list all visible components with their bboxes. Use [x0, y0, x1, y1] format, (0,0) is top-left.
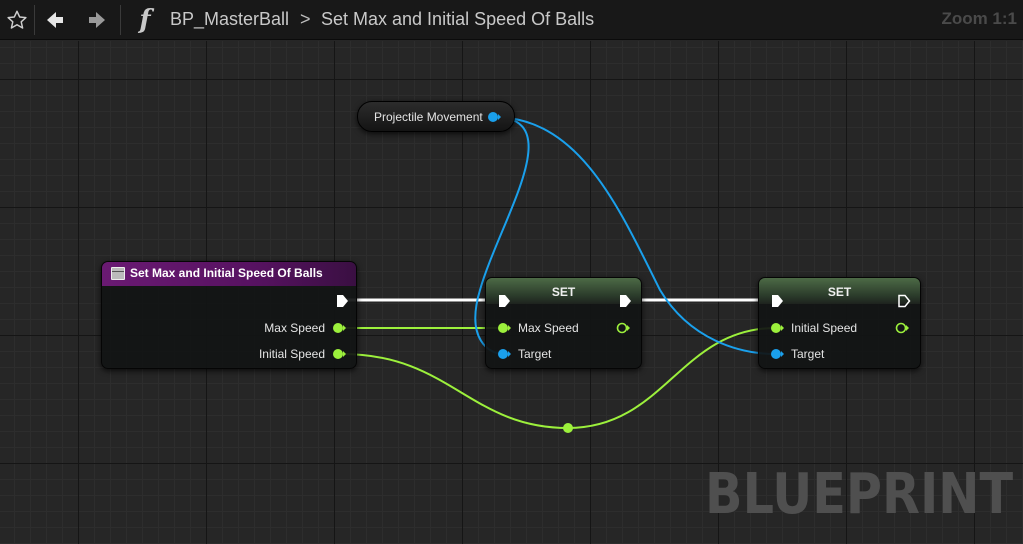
initial-speed-output-label: Initial Speed — [258, 347, 325, 361]
forward-button[interactable] — [84, 6, 110, 34]
toolbar-divider — [120, 5, 121, 35]
object-input-pin-icon[interactable] — [770, 348, 784, 360]
float-output-pin-unconnected-icon[interactable] — [616, 322, 630, 334]
breadcrumb-separator-icon: > — [300, 9, 311, 29]
exec-output-pin-icon[interactable] — [618, 294, 632, 308]
arrow-right-icon — [89, 12, 105, 28]
blueprint-watermark: BLUEPRINT — [704, 462, 1013, 527]
function-entry-icon — [111, 267, 125, 280]
float-output-pin-initial-speed-icon[interactable] — [332, 348, 346, 360]
function-glyph: f — [139, 5, 151, 35]
max-speed-input-label: Max Speed — [518, 321, 579, 335]
max-speed-output-label: Max Speed — [264, 321, 325, 335]
object-input-pin-icon[interactable] — [497, 348, 511, 360]
function-entry-title: Set Max and Initial Speed Of Balls — [130, 266, 323, 280]
back-button[interactable] — [42, 6, 68, 34]
float-output-pin-unconnected-icon[interactable] — [895, 322, 909, 334]
projectile-movement-node[interactable]: Projectile Movement — [357, 101, 515, 132]
float-input-pin-icon[interactable] — [497, 322, 511, 334]
breadcrumb-toolbar: f BP_MasterBall > Set Max and Initial Sp… — [0, 0, 1023, 40]
toolbar-divider — [34, 5, 35, 35]
function-entry-node[interactable]: Set Max and Initial Speed Of Balls Max S… — [101, 261, 357, 369]
function-entry-header: Set Max and Initial Speed Of Balls — [102, 262, 356, 286]
exec-output-pin-unconnected-icon[interactable] — [897, 294, 911, 308]
function-icon: f — [132, 4, 158, 36]
breadcrumb-blueprint[interactable]: BP_MasterBall — [170, 9, 289, 30]
exec-output-pin-icon[interactable] — [335, 294, 349, 308]
target-input-label: Target — [791, 347, 825, 361]
float-input-pin-icon[interactable] — [770, 322, 784, 334]
target-input-label: Target — [518, 347, 552, 361]
initial-speed-input-label: Initial Speed — [791, 321, 858, 335]
set-initial-speed-node[interactable]: SET Initial Speed Target — [758, 277, 921, 369]
set-max-speed-node[interactable]: SET Max Speed Target — [485, 277, 642, 369]
star-outline-icon — [7, 10, 27, 29]
zoom-level: Zoom 1:1 — [941, 9, 1017, 28]
exec-input-pin-icon[interactable] — [497, 294, 511, 308]
favorite-button[interactable] — [4, 6, 30, 34]
breadcrumb-function: Set Max and Initial Speed Of Balls — [321, 9, 595, 29]
projectile-movement-label: Projectile Movement — [374, 110, 483, 124]
float-output-pin-max-speed-icon[interactable] — [332, 322, 346, 334]
arrow-left-icon — [47, 12, 63, 28]
object-output-pin-icon[interactable] — [487, 111, 501, 123]
exec-input-pin-icon[interactable] — [770, 294, 784, 308]
